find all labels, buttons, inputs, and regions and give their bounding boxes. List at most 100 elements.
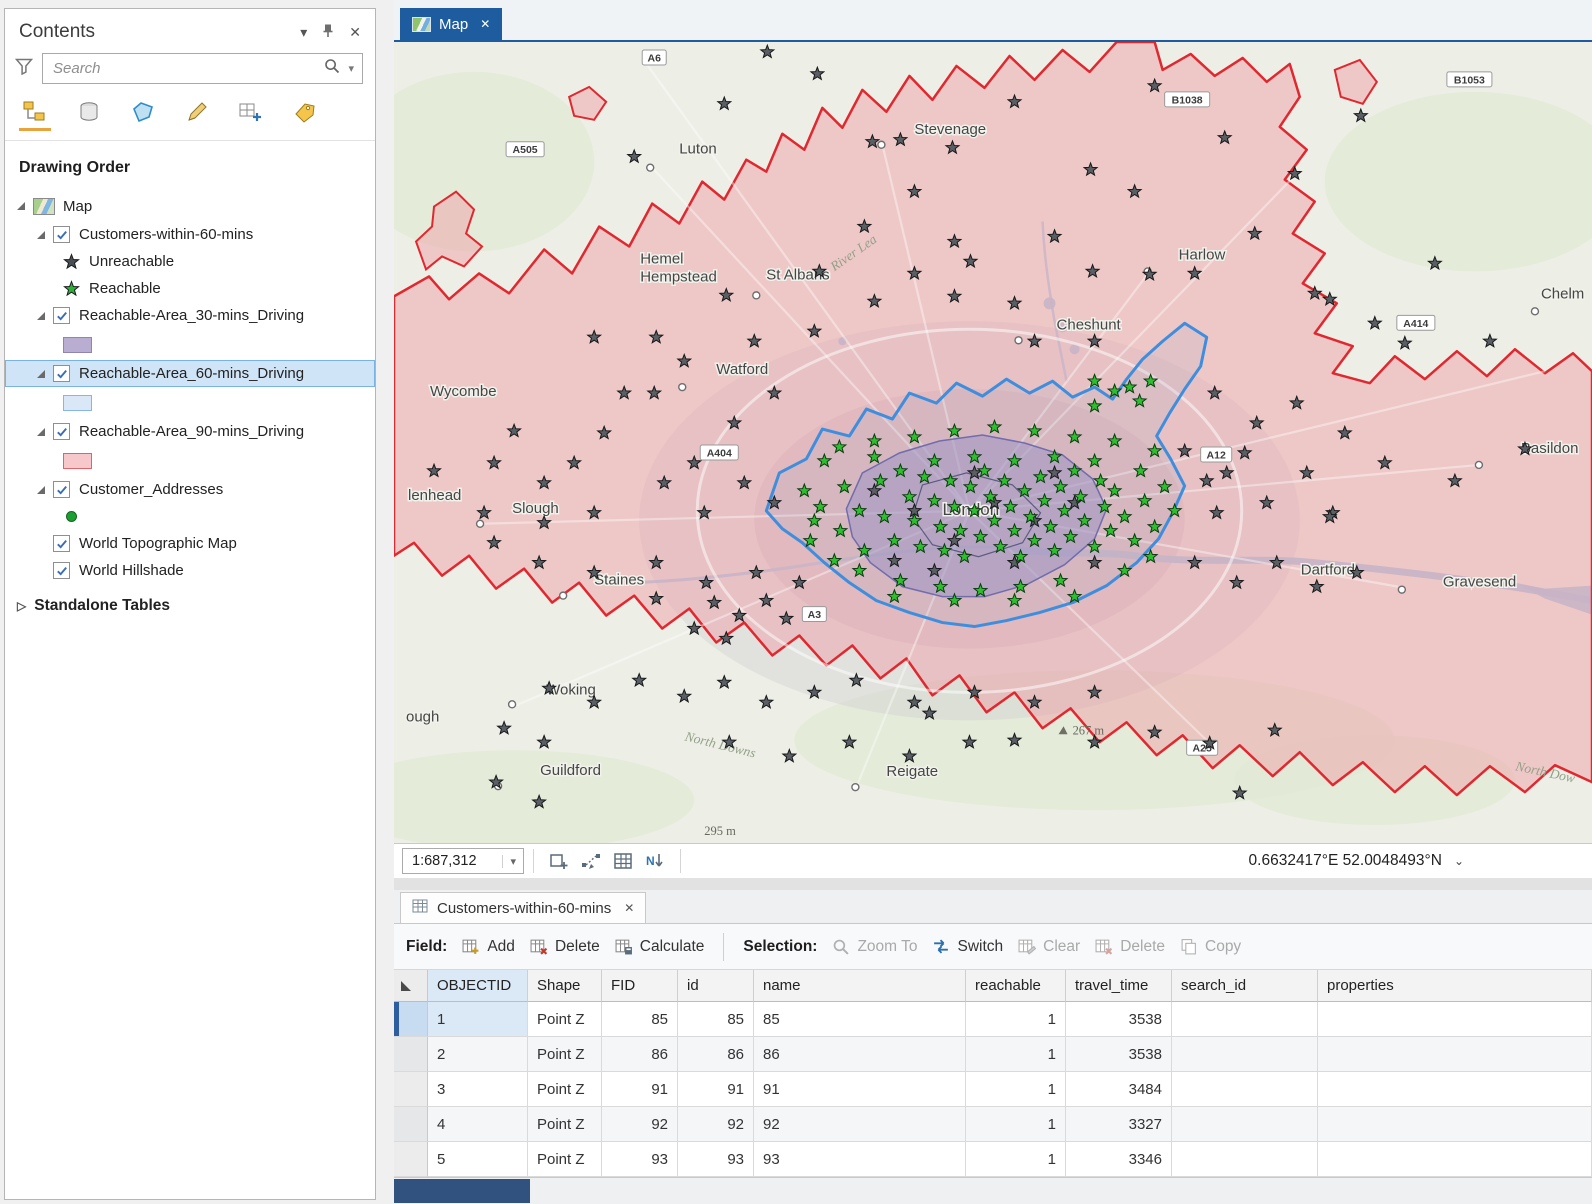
table-cell[interactable]: 3484 [1066, 1072, 1172, 1107]
column-header[interactable]: Shape [528, 970, 602, 1002]
table-cell[interactable]: 93 [678, 1142, 754, 1177]
table-cell[interactable]: 1 [428, 1002, 528, 1037]
table-cell[interactable] [1318, 1002, 1592, 1037]
table-cell[interactable]: 91 [602, 1072, 678, 1107]
table-cell[interactable]: Point Z [528, 1002, 602, 1037]
zoom-to-selection-button[interactable]: Zoom To [832, 938, 917, 956]
table-cell[interactable] [1318, 1107, 1592, 1142]
search-input[interactable] [51, 59, 324, 78]
layer-checkbox[interactable] [53, 226, 70, 243]
layer-label[interactable]: Customer_Addresses [79, 481, 223, 498]
close-icon[interactable]: ✕ [349, 24, 361, 41]
map-root-label[interactable]: Map [63, 198, 92, 215]
layer-checkbox[interactable] [53, 562, 70, 579]
table-cell[interactable]: 91 [678, 1072, 754, 1107]
expand-toggle-icon[interactable] [37, 231, 45, 239]
column-header[interactable]: properties [1318, 970, 1592, 1002]
pin-icon[interactable] [321, 23, 335, 41]
star-green-icon[interactable] [63, 280, 80, 297]
layer-checkbox[interactable] [53, 307, 70, 324]
table-cell[interactable]: Point Z [528, 1037, 602, 1072]
layer-checkbox[interactable] [53, 481, 70, 498]
column-header[interactable]: OBJECTID [428, 970, 528, 1002]
legend-label[interactable]: Unreachable [89, 253, 174, 270]
table-cell[interactable]: 1 [966, 1142, 1066, 1177]
standalone-tables-row[interactable]: ▷ Standalone Tables [5, 592, 375, 619]
table-cell[interactable]: 1 [966, 1037, 1066, 1072]
expand-toggle-icon[interactable] [37, 370, 45, 378]
close-icon[interactable]: ✕ [480, 17, 490, 31]
table-cell[interactable]: 86 [602, 1037, 678, 1072]
table-cell[interactable]: 3327 [1066, 1107, 1172, 1142]
table-cell[interactable]: 3538 [1066, 1002, 1172, 1037]
table-cell[interactable]: Point Z [528, 1142, 602, 1177]
clear-selection-button[interactable]: Clear [1018, 938, 1080, 956]
collapsed-arrow-icon[interactable]: ▷ [17, 599, 26, 613]
calculate-field-button[interactable]: Calculate [615, 938, 705, 956]
table-cell[interactable]: 1 [966, 1002, 1066, 1037]
table-cell[interactable]: 3 [428, 1072, 528, 1107]
delete-selection-button[interactable]: Delete [1095, 938, 1165, 956]
list-by-drawing-order-icon[interactable] [19, 96, 51, 128]
copy-selection-button[interactable]: Copy [1180, 938, 1241, 956]
panel-menu-caret-icon[interactable]: ▾ [300, 24, 307, 41]
table-cell[interactable] [1318, 1037, 1592, 1072]
table-cell[interactable]: 1 [966, 1107, 1066, 1142]
table-cell[interactable]: 5 [428, 1142, 528, 1177]
attribute-table-icon[interactable] [610, 849, 636, 873]
table-cell[interactable]: 3346 [1066, 1142, 1172, 1177]
table-cell[interactable] [1172, 1142, 1318, 1177]
layer-checkbox[interactable] [53, 535, 70, 552]
layer-label[interactable]: Reachable-Area_30-mins_Driving [79, 307, 304, 324]
switch-selection-button[interactable]: Switch [932, 938, 1003, 956]
column-header[interactable]: FID [602, 970, 678, 1002]
close-icon[interactable]: ✕ [624, 901, 634, 915]
filter-icon[interactable] [15, 58, 33, 80]
chevron-down-icon[interactable]: ⌄ [1454, 854, 1464, 868]
table-cell[interactable]: 93 [602, 1142, 678, 1177]
table-cell[interactable]: 85 [602, 1002, 678, 1037]
table-cell[interactable]: 93 [754, 1142, 966, 1177]
table-cell[interactable]: 92 [754, 1107, 966, 1142]
table-cell[interactable]: 86 [678, 1037, 754, 1072]
table-cell[interactable]: 85 [754, 1002, 966, 1037]
legend-dot[interactable] [66, 511, 77, 522]
column-header[interactable]: id [678, 970, 754, 1002]
delete-field-button[interactable]: Delete [530, 938, 600, 956]
search-options-caret-icon[interactable]: ▾ [348, 62, 354, 75]
table-cell[interactable] [1318, 1072, 1592, 1107]
expand-toggle-icon[interactable] [37, 486, 45, 494]
add-graphic-icon[interactable] [546, 849, 572, 873]
add-field-button[interactable]: Add [462, 938, 515, 956]
search-icon[interactable] [324, 58, 340, 79]
column-header[interactable]: name [754, 970, 966, 1002]
table-cell[interactable]: 2 [428, 1037, 528, 1072]
table-cell[interactable] [1172, 1072, 1318, 1107]
scale-combo[interactable]: 1:687,312 ▾ [402, 848, 524, 874]
layer-checkbox[interactable] [53, 365, 70, 382]
table-cell[interactable] [1172, 1107, 1318, 1142]
select-all-corner[interactable] [394, 970, 428, 1002]
coordinate-display[interactable]: 0.6632417°E 52.0048493°N ⌄ [1249, 852, 1464, 870]
layer-label[interactable]: Reachable-Area_90-mins_Driving [79, 423, 304, 440]
row-selector[interactable] [394, 1107, 428, 1142]
edit-vertices-icon[interactable] [578, 849, 604, 873]
row-selector[interactable] [394, 1002, 428, 1037]
legend-swatch[interactable] [63, 395, 92, 411]
table-cell[interactable]: 92 [678, 1107, 754, 1142]
table-cell[interactable]: 85 [678, 1002, 754, 1037]
table-cell[interactable]: 92 [602, 1107, 678, 1142]
table-cell[interactable]: 3538 [1066, 1037, 1172, 1072]
layer-label[interactable]: Customers-within-60-mins [79, 226, 253, 243]
row-selector[interactable] [394, 1037, 428, 1072]
row-selector[interactable] [394, 1072, 428, 1107]
table-cell[interactable]: 1 [966, 1072, 1066, 1107]
legend-swatch[interactable] [63, 453, 92, 469]
layer-label[interactable]: Reachable-Area_60-mins_Driving [79, 365, 304, 382]
column-header[interactable]: travel_time [1066, 970, 1172, 1002]
table-cell[interactable]: Point Z [528, 1072, 602, 1107]
table-cell[interactable] [1172, 1002, 1318, 1037]
list-by-selection-icon[interactable] [127, 96, 159, 128]
map-view[interactable]: A6A505B1038B1053A414A12A404A3A25River Le… [394, 42, 1592, 843]
attribute-table-tab[interactable]: Customers-within-60-mins ✕ [400, 892, 646, 923]
